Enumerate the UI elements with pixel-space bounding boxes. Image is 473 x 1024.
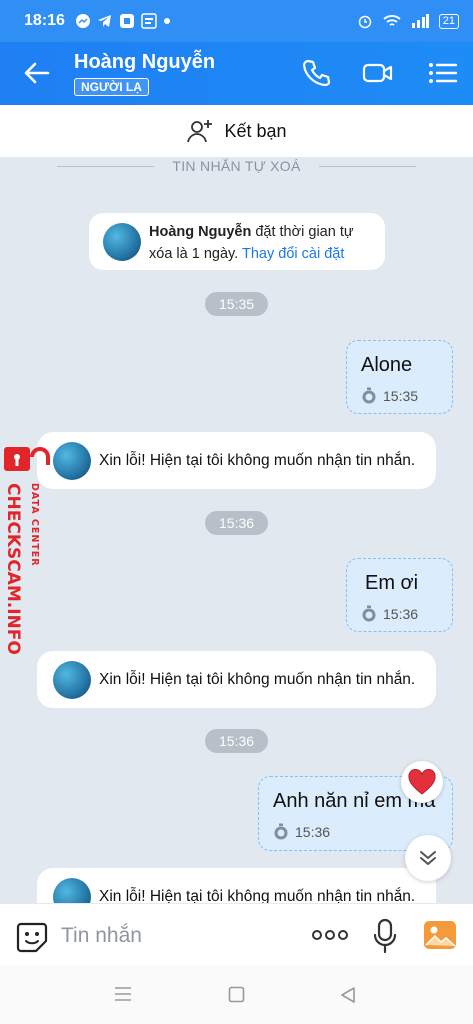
chat-header: Hoàng Nguyễn NGƯỜI LẠ xyxy=(0,42,473,105)
back-arrow-icon[interactable] xyxy=(20,56,54,90)
battery-indicator: 21 xyxy=(438,13,459,29)
message-composer: Tin nhắn xyxy=(0,903,473,966)
message-text: Alone xyxy=(361,354,413,376)
stranger-badge: NGƯỜI LẠ xyxy=(74,78,149,96)
timer-icon xyxy=(362,387,376,404)
system-navigation-bar xyxy=(0,966,473,1024)
avatar[interactable] xyxy=(103,223,141,261)
avatar[interactable] xyxy=(53,441,91,480)
watermark-top: DATA CENTER xyxy=(29,483,40,567)
add-friend-label: Kết bạn xyxy=(224,120,287,141)
add-friend-icon xyxy=(187,120,213,143)
wifi-icon xyxy=(383,15,401,26)
message-text: Xin lỗi! Hiện tại tôi không muốn nhận ti… xyxy=(99,670,416,688)
divider-label: TIN NHẮN TỰ XOÁ xyxy=(172,158,301,174)
menu-icon[interactable] xyxy=(426,57,458,89)
doc-icon xyxy=(141,13,157,29)
timestamp-pill: 15:35 xyxy=(205,292,269,316)
timestamp-pill: 15:36 xyxy=(205,511,269,535)
message-text: Em ơi xyxy=(365,572,419,594)
message-input[interactable]: Tin nhắn xyxy=(61,924,142,948)
incoming-message[interactable]: Xin lỗi! Hiện tại tôi không muốn nhận ti… xyxy=(37,432,436,489)
dot-icon xyxy=(163,18,170,24)
phone-icon[interactable] xyxy=(300,57,332,89)
status-time: 18:16 xyxy=(24,12,65,29)
heart-reaction-button[interactable] xyxy=(401,761,443,803)
system-notice: Hoàng Nguyễn đặt thời gian tự xóa là 1 n… xyxy=(89,213,385,270)
message-meta: 15:35 xyxy=(361,387,438,405)
messenger-icon xyxy=(75,14,90,28)
avatar[interactable] xyxy=(53,660,91,699)
timer-icon xyxy=(274,823,288,840)
scroll-to-bottom-button[interactable] xyxy=(405,835,451,881)
more-icon[interactable] xyxy=(311,928,349,942)
avatar[interactable] xyxy=(53,877,91,903)
chevron-double-down-icon xyxy=(420,851,436,865)
home-icon[interactable] xyxy=(228,986,245,1003)
checkscam-watermark: CHECKSCAM.INFO DATA CENTER xyxy=(3,447,50,655)
message-text: Xin lỗi! Hiện tại tôi không muốn nhận ti… xyxy=(99,451,416,469)
alarm-icon xyxy=(358,15,371,29)
notice-name: Hoàng Nguyễn xyxy=(149,224,252,240)
timestamp-pill: 15:36 xyxy=(205,729,269,753)
self-destruct-divider: TIN NHẮN TỰ XOÁ xyxy=(0,157,473,175)
image-icon[interactable] xyxy=(423,920,457,950)
status-bar: 18:16 21 xyxy=(0,0,473,42)
recent-apps-icon[interactable] xyxy=(114,986,132,1002)
app-icon xyxy=(119,14,134,28)
watermark-main: CHECKSCAM.INFO xyxy=(3,483,23,655)
message-time: 15:36 xyxy=(295,824,331,840)
video-call-icon[interactable] xyxy=(362,57,394,89)
sticker-icon[interactable] xyxy=(16,921,48,953)
message-meta: 15:36 xyxy=(361,605,438,623)
back-icon[interactable] xyxy=(339,986,357,1004)
message-meta: 15:36 xyxy=(273,823,438,841)
chat-area[interactable]: TIN NHẮN TỰ XOÁ Hoàng Nguyễn đặt thời gi… xyxy=(0,157,473,903)
microphone-icon[interactable] xyxy=(373,918,397,954)
heart-icon xyxy=(408,769,436,795)
message-time: 15:35 xyxy=(383,388,419,404)
outgoing-message[interactable]: Em ơi 15:36 xyxy=(346,558,453,632)
signal-icon xyxy=(411,14,429,28)
outgoing-message[interactable]: Alone 15:35 xyxy=(346,340,453,414)
message-text: Xin lỗi! Hiện tại tôi không muốn nhận ti… xyxy=(99,887,416,904)
message-time: 15:36 xyxy=(383,606,419,622)
incoming-message[interactable]: Xin lỗi! Hiện tại tôi không muốn nhận ti… xyxy=(37,651,436,708)
incoming-message[interactable]: Xin lỗi! Hiện tại tôi không muốn nhận ti… xyxy=(37,868,436,903)
timer-icon xyxy=(362,605,376,622)
contact-name[interactable]: Hoàng Nguyễn xyxy=(74,51,215,74)
add-friend-bar[interactable]: Kết bạn xyxy=(0,105,473,157)
telegram-icon xyxy=(97,15,111,27)
change-settings-link[interactable]: Thay đổi cài đặt xyxy=(242,246,344,262)
